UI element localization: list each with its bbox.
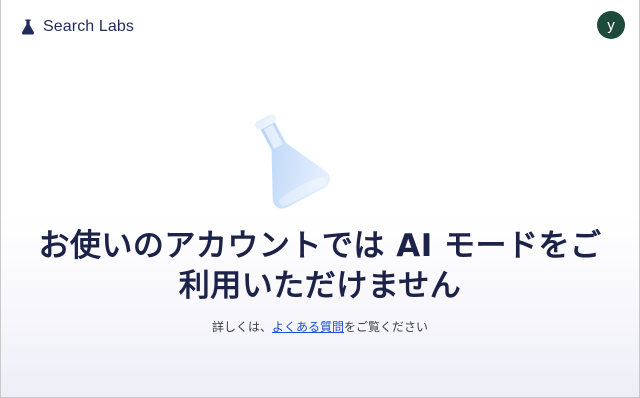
brand-header[interactable]: Search Labs xyxy=(19,14,134,40)
title-line-1: お使いのアカウントでは AI モードをご xyxy=(38,228,602,264)
flask-illustration-icon xyxy=(233,104,343,214)
brand-name: Search Labs xyxy=(43,18,134,35)
page-title: お使いのアカウントでは AI モードをご 利用いただけません xyxy=(1,226,639,306)
page-frame: Search Labs y お使いのアカウントでは AI モードをご 利用いただ… xyxy=(0,0,640,398)
title-line-2: 利用いただけません xyxy=(178,268,462,304)
help-prefix: 詳しくは、 xyxy=(211,320,272,334)
help-suffix: をご覧ください xyxy=(344,320,429,334)
flask-icon xyxy=(19,18,37,36)
avatar-initial: y xyxy=(607,16,615,34)
avatar[interactable]: y xyxy=(597,11,625,39)
faq-link[interactable]: よくある質問 xyxy=(272,320,344,334)
help-text: 詳しくは、よくある質問をご覧ください xyxy=(1,318,639,335)
